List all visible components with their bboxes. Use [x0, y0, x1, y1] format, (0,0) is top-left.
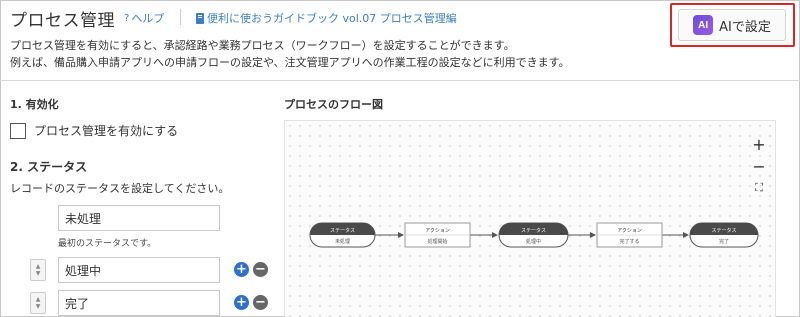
help-label: ヘルプ [131, 12, 165, 25]
flow-node-label: 完了 [719, 238, 729, 245]
status-input[interactable]: 完了 [58, 290, 220, 316]
page-description: プロセス管理を有効にすると、承認経路や業務プロセス（ワークフロー）を設定すること… [10, 37, 570, 71]
ai-setup-button[interactable]: AI AIで設定 [678, 9, 786, 41]
drag-handle-icon[interactable]: ▲ ▼ [30, 259, 46, 281]
help-icon: ? [124, 12, 130, 24]
remove-status-button[interactable]: − [253, 262, 268, 277]
flow-diagram: ステータス 未処理 アクション 処理開始 ステータス 処理中 アクション 完了す… [284, 120, 776, 317]
add-status-button[interactable]: + [234, 295, 249, 310]
flow-node-type: ステータス [711, 227, 736, 234]
section-divider [0, 80, 800, 81]
ai-icon: AI [693, 15, 714, 35]
flow-node-type: ステータス [330, 227, 355, 234]
flow-status-node: ステータス 処理中 [498, 222, 569, 248]
add-status-button[interactable]: + [234, 262, 249, 277]
initial-status-note: 最初のステータスです。 [58, 239, 157, 249]
flow-svg: ステータス 未処理 アクション 処理開始 ステータス 処理中 アクション 完了す… [309, 222, 759, 248]
guidebook-link[interactable]: 便利に使おうガイドブック vol.07 プロセス管理編 [196, 10, 457, 26]
flow-action-node: アクション 完了する [596, 222, 663, 248]
drag-handle-icon[interactable]: ▲ ▼ [30, 292, 46, 314]
status-heading: 2. ステータス [10, 160, 88, 174]
flow-node-label: 処理中 [526, 238, 541, 245]
guidebook-label: 便利に使おうガイドブック vol.07 プロセス管理編 [207, 12, 457, 25]
status-description: レコードのステータスを設定してください。 [10, 182, 230, 195]
ai-setup-highlight: AI AIで設定 [670, 3, 795, 47]
header-divider [180, 9, 181, 25]
book-icon [196, 12, 204, 24]
description-line-1: プロセス管理を有効にすると、承認経路や業務プロセス（ワークフロー）を設定すること… [10, 39, 515, 52]
enable-process-checkbox[interactable]: プロセス管理を有効にする [10, 122, 178, 139]
flow-action-node: アクション 処理開始 [404, 222, 471, 248]
flow-node-label: 未処理 [335, 238, 350, 245]
checkbox-box[interactable] [10, 122, 26, 139]
flow-title: プロセスのフロー図 [284, 98, 383, 111]
zoom-in-button[interactable]: + [748, 133, 770, 155]
zoom-out-button[interactable]: − [748, 155, 770, 177]
flow-status-node: ステータス 未処理 [309, 222, 376, 248]
enable-checkbox-label: プロセス管理を有効にする [34, 124, 179, 138]
enable-heading: 1. 有効化 [10, 98, 59, 111]
initial-status-input[interactable]: 未処理 [58, 205, 220, 231]
flow-node-type: アクション [617, 228, 642, 234]
ai-setup-label: AIで設定 [719, 19, 771, 35]
remove-status-button[interactable]: − [253, 295, 268, 310]
flow-node-type: アクション [425, 228, 450, 234]
flow-node-type: ステータス [521, 227, 546, 234]
fit-screen-icon[interactable]: ⛶ [748, 177, 770, 199]
status-input[interactable]: 処理中 [58, 257, 220, 283]
flow-status-node: ステータス 完了 [689, 222, 759, 248]
flow-node-label: 完了する [619, 238, 639, 245]
flow-node-label: 処理開始 [427, 238, 447, 245]
help-link[interactable]: ? ヘルプ [124, 10, 164, 26]
description-line-2: 例えば、備品購入申請アプリへの申請フローの設定や、注文管理アプリへの作業工程の設… [10, 56, 570, 69]
page-title: プロセス管理 [10, 11, 115, 31]
